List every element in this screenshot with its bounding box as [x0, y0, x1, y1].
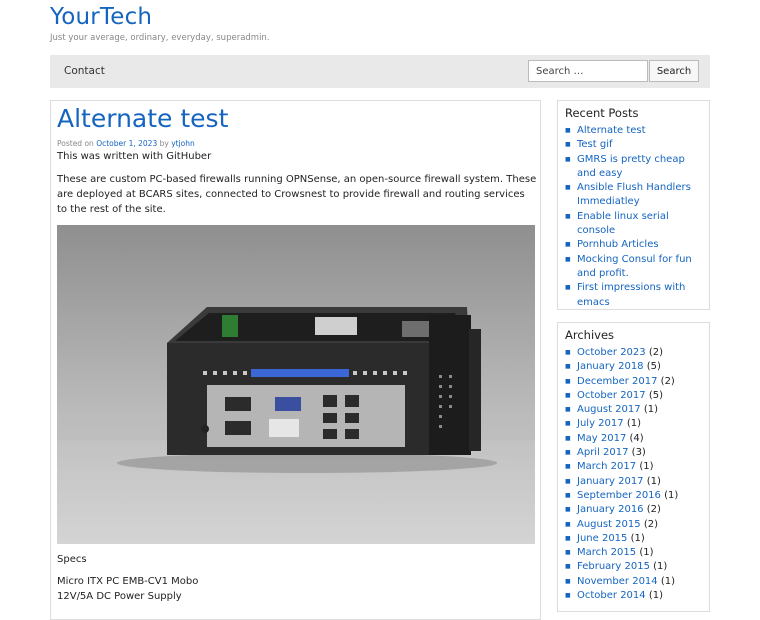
nav-item-contact[interactable]: Contact: [64, 65, 105, 77]
archive-count: (1): [626, 418, 641, 430]
list-item: March 2017 (1): [565, 460, 705, 475]
site-tagline: Just your average, ordinary, everyday, s…: [50, 33, 270, 43]
archive-count: (1): [639, 461, 654, 473]
list-item: October 2023 (2): [565, 346, 705, 361]
recent-posts-list: Alternate test Test gif GMRS is pretty c…: [565, 124, 705, 310]
archives-widget: Archives October 2023 (2) January 2018 (…: [557, 322, 710, 612]
archive-count: (2): [648, 347, 664, 358]
archive-link[interactable]: January 2017: [577, 476, 644, 487]
archive-link[interactable]: January 2018: [577, 361, 644, 372]
site-title[interactable]: YourTech: [50, 4, 152, 30]
list-item: October 2014 (1): [565, 589, 705, 604]
post-paragraph-2: These are custom PC-based firewalls runn…: [57, 174, 537, 215]
list-item: June 2015 (1): [565, 532, 705, 547]
list-item: December 2017 (2): [565, 375, 705, 390]
list-item: April 2017 (3): [565, 446, 705, 461]
archive-link[interactable]: February 2015: [577, 561, 650, 572]
archive-link[interactable]: May 2017: [577, 433, 626, 444]
list-item: May 2017 (4): [565, 432, 705, 447]
archive-link[interactable]: August 2017: [577, 404, 641, 415]
archive-count: (1): [660, 575, 676, 587]
archive-link[interactable]: September 2016: [577, 490, 661, 501]
recent-posts-widget: Recent Posts Alternate test Test gif GMR…: [557, 100, 710, 310]
archive-count: (5): [646, 361, 661, 373]
recent-post-link[interactable]: First impressions with emacs: [577, 282, 685, 307]
recent-posts-title: Recent Posts: [565, 106, 639, 120]
list-item: September 2016 (1): [565, 489, 705, 504]
archive-count: (5): [648, 389, 664, 401]
firewall-pc-image: [57, 225, 535, 544]
archive-count: (1): [648, 590, 664, 602]
firewall-photo: [57, 225, 535, 544]
list-item: Mocking Consul for fun and profit.: [565, 253, 705, 282]
list-item: GMRS is pretty cheap and easy: [565, 153, 705, 182]
list-item: February 2015 (1): [565, 560, 705, 575]
recent-post-link[interactable]: Test gif: [577, 139, 613, 150]
archive-count: (1): [664, 489, 679, 501]
archive-count: (1): [653, 561, 668, 573]
post-meta-prefix: Posted on: [57, 139, 94, 148]
archive-link[interactable]: July 2017: [577, 418, 624, 429]
post-title[interactable]: Alternate test: [57, 104, 228, 133]
search-input[interactable]: [528, 60, 648, 82]
list-item: October 2017 (5): [565, 389, 705, 404]
post-author-link[interactable]: ytjohn: [171, 139, 195, 148]
post-article: Alternate test Posted on October 1, 2023…: [50, 100, 541, 620]
list-item: January 2017 (1): [565, 475, 705, 490]
list-item: August 2017 (1): [565, 403, 705, 418]
archive-count: (2): [660, 375, 675, 387]
specs-label: Specs: [57, 554, 87, 565]
post-date-link[interactable]: October 1, 2023: [96, 139, 157, 148]
archive-count: (2): [646, 504, 661, 516]
archive-link[interactable]: December 2017: [577, 376, 657, 387]
archive-link[interactable]: March 2015: [577, 547, 636, 558]
archive-count: (4): [629, 432, 644, 444]
post-paragraph-1: This was written with GitHuber: [57, 151, 212, 162]
archive-count: (1): [639, 547, 654, 559]
post-meta: Posted on October 1, 2023 by ytjohn: [57, 139, 195, 148]
recent-post-link[interactable]: Mocking Consul for fun and profit.: [577, 254, 692, 279]
archive-link[interactable]: June 2015: [577, 533, 627, 544]
list-item: August 2015 (2): [565, 518, 705, 533]
archive-link[interactable]: March 2017: [577, 461, 636, 472]
archive-link[interactable]: October 2023: [577, 347, 646, 358]
archive-count: (2): [643, 518, 658, 530]
list-item: Ansible Flush Handlers Immediatley: [565, 181, 705, 210]
list-item: Test gif: [565, 138, 705, 153]
search-button[interactable]: Search: [649, 60, 699, 82]
list-item: Alternate test: [565, 124, 705, 139]
list-item: January 2018 (5): [565, 360, 705, 375]
list-item: November 2014 (1): [565, 575, 705, 590]
recent-post-link[interactable]: GMRS is pretty cheap and easy: [577, 154, 685, 179]
recent-post-link[interactable]: Enable linux serial console: [577, 211, 669, 236]
list-item: July 2017 (1): [565, 417, 705, 432]
archive-link[interactable]: October 2014: [577, 590, 646, 601]
archive-count: (3): [631, 447, 646, 459]
recent-post-link[interactable]: Alternate test: [577, 125, 646, 136]
spec-line: 12V/5A DC Power Supply: [57, 591, 182, 602]
archive-link[interactable]: November 2014: [577, 576, 658, 587]
list-item: First impressions with emacs: [565, 281, 705, 310]
list-item: Pornhub Articles: [565, 238, 705, 253]
recent-post-link[interactable]: Ansible Flush Handlers Immediatley: [577, 182, 691, 207]
archive-link[interactable]: April 2017: [577, 447, 628, 458]
archive-count: (1): [630, 532, 645, 544]
archive-count: (1): [646, 475, 661, 487]
archive-link[interactable]: August 2015: [577, 519, 641, 530]
archive-link[interactable]: January 2016: [577, 504, 644, 515]
recent-post-link[interactable]: Pornhub Articles: [577, 239, 659, 250]
list-item: March 2015 (1): [565, 546, 705, 561]
list-item: Enable linux serial console: [565, 210, 705, 239]
list-item: January 2016 (2): [565, 503, 705, 518]
archives-list: October 2023 (2) January 2018 (5) Decemb…: [565, 346, 705, 604]
spec-line: Micro ITX PC EMB-CV1 Mobo: [57, 576, 199, 587]
archives-title: Archives: [565, 328, 615, 342]
archive-link[interactable]: October 2017: [577, 390, 646, 401]
archive-count: (1): [643, 404, 658, 416]
nav-bar: Contact Search: [50, 55, 710, 88]
post-meta-by: by: [159, 139, 169, 148]
